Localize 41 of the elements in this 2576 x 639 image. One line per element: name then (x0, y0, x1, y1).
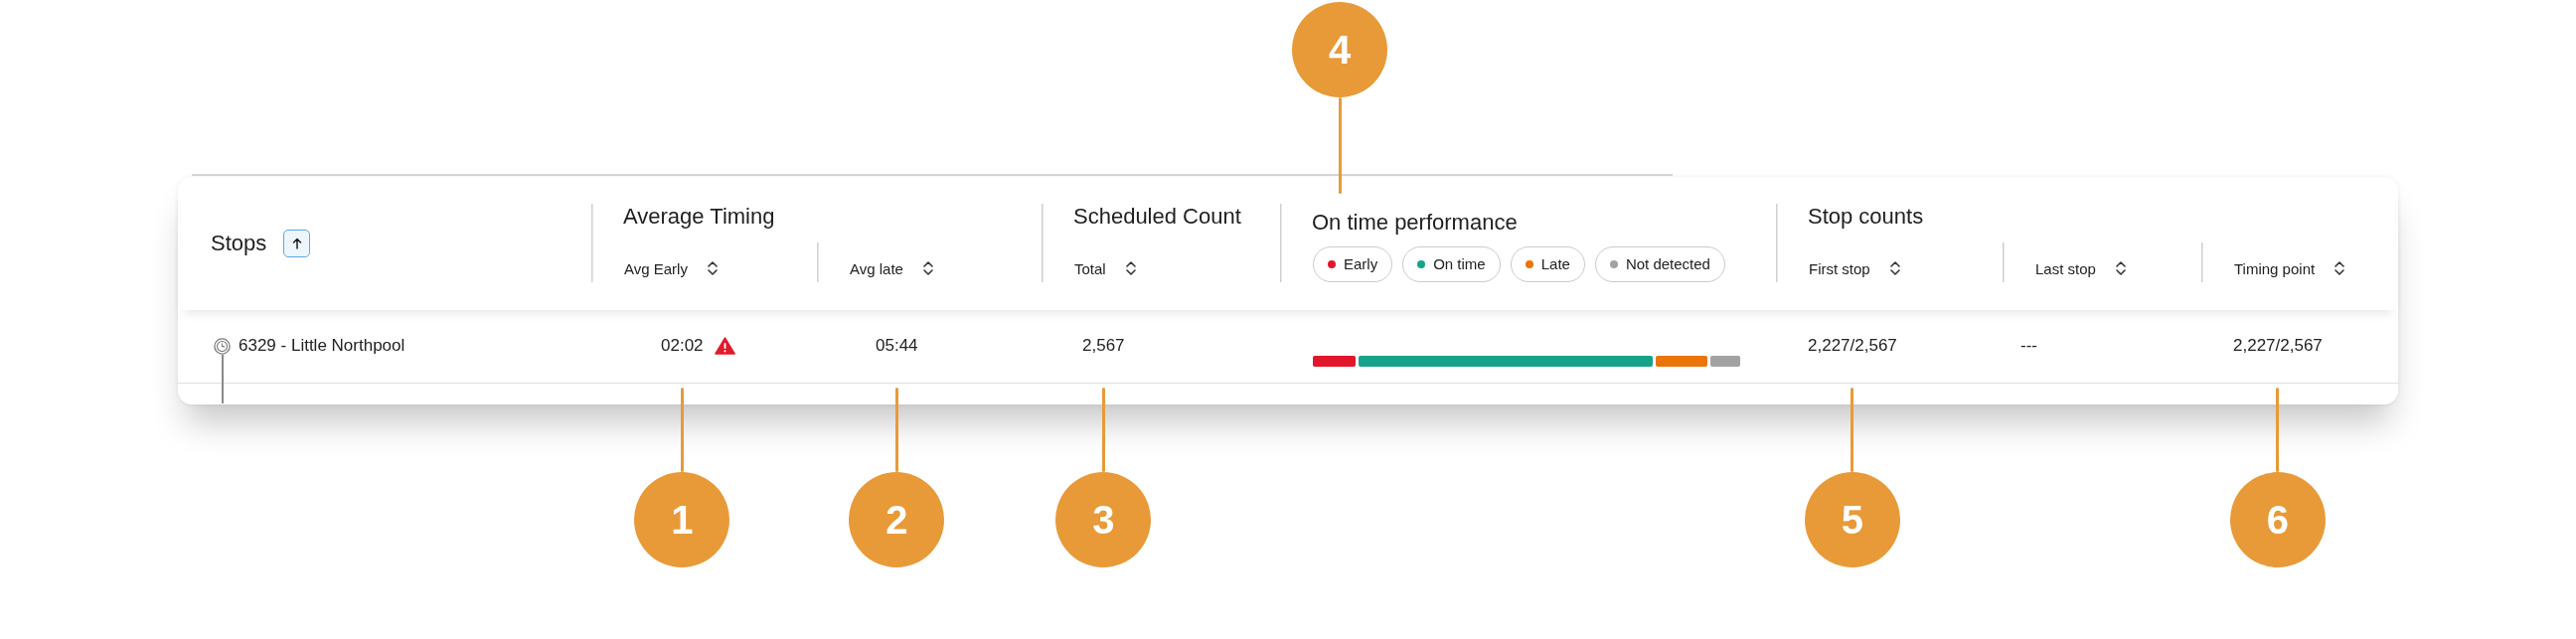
column-header: Timing point (2234, 258, 2316, 279)
clock-icon (214, 337, 231, 355)
group-header: Stop counts (1808, 203, 1924, 229)
column-header: Stops (211, 230, 267, 256)
column-header: Last stop (2035, 258, 2096, 279)
arrow-up-icon (291, 237, 302, 249)
callout-marker: 1 (634, 472, 730, 567)
up-down-chevron-icon[interactable] (707, 259, 718, 276)
performance-segment (1709, 355, 1740, 367)
column-header: Total (1074, 258, 1106, 279)
performance-segment (1313, 355, 1356, 367)
up-down-chevron-icon[interactable] (1889, 259, 1900, 276)
callout-marker: 2 (849, 472, 945, 567)
callout-marker: 6 (2229, 472, 2326, 567)
legend-chip[interactable]: Not detected (1594, 245, 1725, 282)
legend-chip[interactable]: Late (1510, 245, 1585, 282)
up-down-chevron-icon[interactable] (922, 259, 933, 276)
table-cell: 2,227/2,567 (2233, 336, 2323, 355)
column-header: Avg late (850, 258, 903, 279)
up-down-chevron-icon[interactable] (1125, 259, 1136, 276)
stop-name: 6329 - Little Northpool (239, 336, 405, 356)
group-header: Scheduled Count (1073, 203, 1241, 229)
up-down-chevron-icon[interactable] (2334, 259, 2345, 276)
callout-marker: 5 (1804, 472, 1900, 567)
performance-segment (1656, 355, 1707, 367)
column-header: Avg Early (624, 258, 688, 279)
table-cell: 02:02 (661, 336, 704, 355)
callout-marker: 4 (1292, 1, 1387, 97)
table-cell: 2,227/2,567 (1808, 336, 1897, 355)
table-cell: 05:44 (876, 336, 918, 355)
table-cell: --- (2020, 336, 2037, 355)
timeline-line (221, 354, 224, 403)
group-header: Average Timing (623, 203, 775, 229)
group-header: On time performance (1312, 209, 1518, 235)
sort-button[interactable] (283, 229, 311, 257)
callout-marker: 3 (1055, 472, 1152, 567)
table-cell: 2,567 (1082, 336, 1125, 355)
legend-chip[interactable]: Early (1313, 245, 1393, 282)
column-header: First stop (1809, 258, 1870, 279)
legend-chip[interactable]: On time (1402, 245, 1501, 282)
up-down-chevron-icon[interactable] (2115, 259, 2126, 276)
